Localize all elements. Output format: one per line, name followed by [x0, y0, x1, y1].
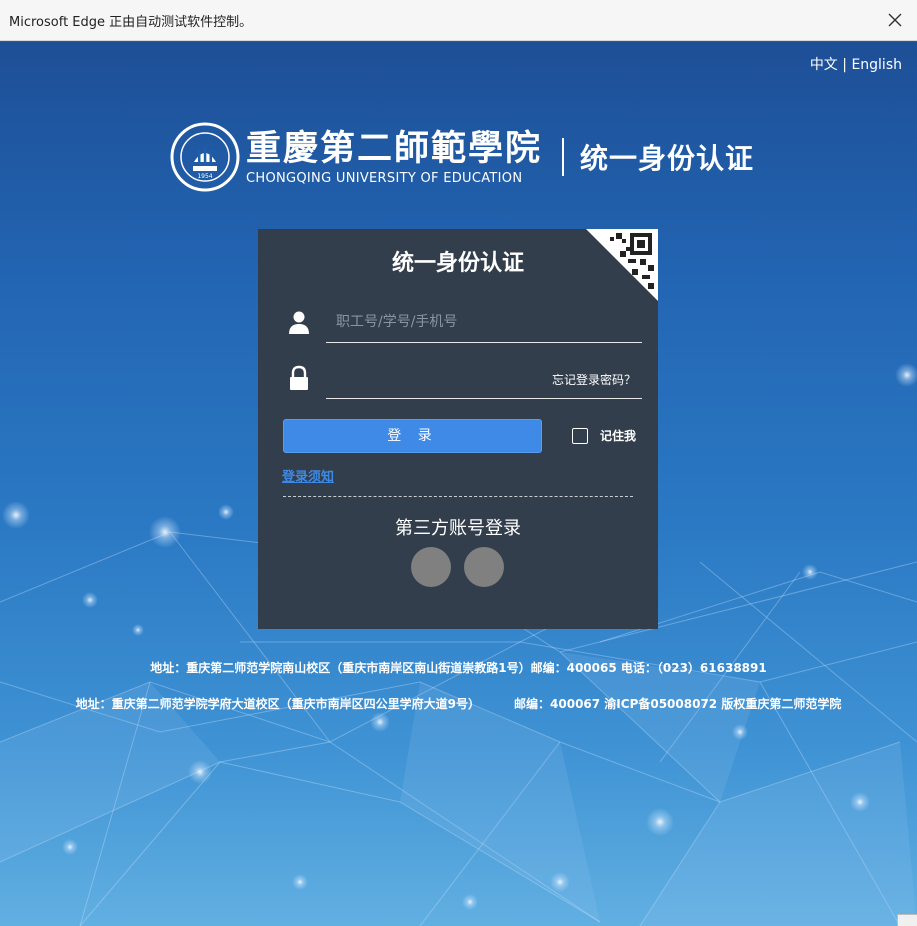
seal-year: 1954: [197, 173, 212, 180]
brand-divider: [562, 138, 565, 176]
lang-english-link[interactable]: English: [851, 57, 902, 73]
university-seal-icon: 1954: [170, 122, 240, 192]
remember-me-label[interactable]: 记住我: [600, 427, 636, 444]
third-party-login-2[interactable]: [464, 547, 504, 587]
page-background: 中文 | English 1954 重慶第二師範學院 CHONGQING UNI…: [0, 42, 917, 926]
close-icon[interactable]: [885, 10, 905, 30]
scrollbar-corner: [897, 914, 917, 926]
lang-separator: |: [842, 57, 847, 73]
login-panel: 统一身份认证 职工号/学号/手机号 忘记登录密码？ 登 录 记住我 登录须知 第…: [258, 229, 658, 629]
third-party-login-title: 第三方账号登录: [395, 518, 521, 539]
lock-icon: [290, 365, 308, 390]
qr-code-icon[interactable]: [586, 229, 658, 301]
user-icon: [289, 311, 309, 334]
password-underline: [326, 398, 642, 399]
language-switch: 中文 | English: [810, 54, 902, 74]
university-name-en: CHONGQING UNIVERSITY OF EDUCATION: [246, 170, 523, 186]
login-notice-link[interactable]: 登录须知: [282, 466, 334, 485]
login-button[interactable]: 登 录: [283, 419, 542, 453]
university-name-cn: 重慶第二師範學院: [246, 127, 543, 169]
browser-automation-bar: Microsoft Edge 正由自动测试软件控制。: [0, 0, 917, 41]
remember-me: 记住我: [572, 427, 636, 444]
third-party-login-1[interactable]: [411, 547, 451, 587]
password-input[interactable]: [326, 363, 542, 393]
password-field: 忘记登录密码？: [286, 359, 642, 399]
lang-chinese-link[interactable]: 中文: [810, 57, 838, 73]
remember-me-checkbox[interactable]: [572, 427, 588, 444]
username-underline: [326, 342, 642, 343]
forgot-password-link[interactable]: 忘记登录密码？: [552, 371, 636, 388]
username-field: [286, 303, 642, 343]
system-title: 统一身份认证: [580, 142, 755, 175]
footer-address-2: 地址：重庆第二师范学院学府大道校区（重庆市南岸区四公里学府大道9号） 邮编：400…: [0, 695, 917, 712]
automation-notice: Microsoft Edge 正由自动测试软件控制。: [9, 14, 253, 30]
username-input[interactable]: [326, 307, 642, 337]
university-brand: 1954 重慶第二師範學院 CHONGQING UNIVERSITY OF ED…: [170, 122, 754, 192]
footer-address-2a: 地址：重庆第二师范学院学府大道校区（重庆市南岸区四公里学府大道9号）: [75, 697, 481, 711]
footer-address-2b: 邮编：400067 渝ICP备05008072 版权重庆第二师范学院: [514, 697, 842, 711]
third-party-icons: [411, 547, 517, 587]
dashed-divider: [283, 496, 633, 497]
brand-text: 重慶第二師範學院 CHONGQING UNIVERSITY OF EDUCATI…: [246, 127, 543, 186]
footer-address-1: 地址：重庆第二师范学院南山校区（重庆市南岸区南山街道崇教路1号）邮编：40006…: [150, 661, 767, 675]
